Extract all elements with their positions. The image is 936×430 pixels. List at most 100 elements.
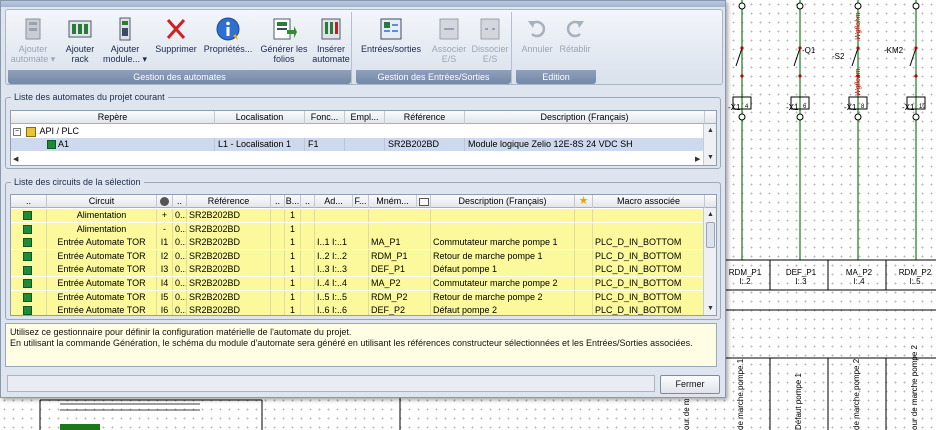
scroll-left-icon[interactable]: ◀ [13, 155, 18, 163]
col-header-f[interactable]: F... [353, 195, 369, 208]
circuit-sym: - [157, 222, 173, 236]
col-header-favorite[interactable]: ★ [575, 195, 593, 208]
generate-folios-button[interactable]: Générer les folios [258, 14, 310, 68]
circuit-macro: PLC_D_IN_BOTTOM [593, 236, 705, 250]
col-header-location[interactable]: Localisation [215, 111, 305, 124]
vertical-description: de marche pompe 2 [852, 358, 861, 430]
col-header-b[interactable]: B... [285, 195, 301, 208]
title-bar[interactable] [1, 1, 725, 7]
plc-table[interactable]: Repère Localisation Fonc... Empl... Réfé… [10, 110, 717, 166]
associate-io-button[interactable]: Associer E/S [430, 14, 468, 68]
circuit-row[interactable]: Entrée Automate TOR I2 0... SR2B202BD 1 I..2 … [11, 249, 716, 263]
plc-tag-rdm-p2: RDM_P2 I:.5 [898, 268, 932, 286]
insert-plc-button[interactable]: Insérer automate [310, 14, 352, 68]
insert-plc-icon [318, 16, 344, 42]
delete-button[interactable]: Supprimer [152, 14, 200, 68]
col-header-address[interactable]: Ad... [315, 195, 353, 208]
circuit-row[interactable]: Entrée Automate TOR I1 0... SR2B202BD 1 I..1 … [11, 236, 716, 250]
undo-button[interactable]: Annuler [518, 14, 556, 68]
plc-tree-root-row[interactable]: − API / PLC [11, 125, 716, 138]
tree-collapse-icon[interactable]: − [13, 127, 21, 136]
circuit-empty-cell [575, 249, 593, 263]
col-header-slot[interactable]: Empl... [345, 111, 385, 124]
circuit-macro: PLC_D_IN_BOTTOM [593, 249, 705, 263]
col-header-description[interactable]: Description (Français) [431, 195, 575, 208]
group-plc-management: Ajouter automate ▾ Ajouter rack Ajouter … [8, 12, 352, 84]
col-header-d[interactable]: .. [271, 195, 285, 208]
col-header-circuit[interactable]: Circuit [47, 195, 157, 208]
col-header-description[interactable]: Description (Français) [465, 111, 705, 124]
circuit-c: 0... [175, 249, 187, 263]
circuit-mnemo: MA_P2 [369, 277, 431, 290]
circuit-empty-cell [271, 290, 285, 304]
circuit-c: 0... [175, 222, 187, 236]
star-icon: ★ [578, 195, 589, 207]
add-module-button[interactable]: Ajouter module... ▾ [102, 14, 148, 68]
scroll-up-icon[interactable]: ▲ [706, 210, 715, 219]
col-header-reference[interactable]: Référence [187, 195, 271, 208]
plc-vertical-scrollbar[interactable]: ▲ ▼ [703, 124, 716, 165]
circuit-empty-cell [271, 222, 285, 236]
delete-x-icon [163, 16, 189, 42]
circuit-table[interactable]: .. Circuit .. Référence .. B... .. Ad...… [10, 194, 717, 316]
col-header-macro[interactable]: Macro associée [593, 195, 705, 208]
inputs-outputs-button[interactable]: Entrées/sorties [358, 14, 424, 68]
col-header-reference[interactable]: Référence [385, 111, 465, 124]
plc-location: L1 - Localisation 1 [215, 138, 305, 151]
circuit-macro: PLC_D_IN_BOTTOM [593, 277, 705, 290]
plc-row-a1[interactable]: A1 L1 - Localisation 1 F1 SR2B202BD Modu… [11, 138, 716, 151]
dissociate-io-button[interactable]: Dissocier E/S [470, 14, 510, 68]
circuit-b: 1 [285, 304, 301, 315]
col-header-mark[interactable]: Repère [11, 111, 215, 124]
circuit-row[interactable]: Entrée Automate TOR I3 0... SR2B202BD 1 I..3 … [11, 263, 716, 277]
circuit-b: 1 [285, 222, 301, 236]
circuit-b: 1 [285, 236, 301, 250]
circuit-macro: PLC_D_IN_BOTTOM [593, 290, 705, 304]
col-header-symbol[interactable] [157, 195, 173, 208]
plc-mark-cell: A1 [11, 138, 215, 151]
col-header-mnemonic[interactable]: Mném... [369, 195, 417, 208]
col-header-select[interactable]: .. [11, 195, 47, 208]
circuit-ad: I..2 I:..2 [315, 249, 369, 263]
circuit-empty-cell [575, 290, 593, 304]
add-rack-button[interactable]: Ajouter rack [60, 14, 100, 68]
tree-root-cell: − API / PLC [13, 125, 213, 138]
plc-description: Module logique Zelio 12E-8S 24 VDC SH [468, 139, 633, 149]
scroll-up-icon[interactable]: ▲ [706, 126, 715, 135]
circuit-row[interactable]: Alimentation +0... SR2B202BD 1 [11, 209, 716, 222]
status-bar [7, 375, 655, 392]
circuit-type-cell [11, 209, 47, 222]
circuit-module-icon [23, 279, 32, 289]
terminal-label: -X1 [786, 103, 799, 112]
col-header-io-icon[interactable] [417, 195, 431, 208]
wire-label: Wgflehm [855, 12, 862, 40]
circuit-desc: Commutateur marche pompe 2 [431, 277, 575, 290]
circuit-b: 1 [285, 249, 301, 263]
circuit-row[interactable]: Entrée Automate TOR I4 0... SR2B202BD 1 I..4 … [11, 277, 716, 290]
scroll-right-icon[interactable]: ▶ [695, 155, 700, 163]
scroll-down-icon[interactable]: ▼ [706, 153, 715, 162]
circuit-desc: Retour de marche pompe 1 [431, 249, 575, 263]
col-header-c[interactable]: .. [173, 195, 187, 208]
circuit-empty-cell [301, 209, 315, 222]
help-line-1: Utilisez ce gestionnaire pour définir la… [10, 327, 352, 337]
add-plc-button[interactable]: Ajouter automate ▾ [10, 14, 56, 68]
scroll-thumb[interactable] [706, 222, 715, 248]
col-header-function[interactable]: Fonc... [305, 111, 345, 124]
vertical-description: our de marche pompe 2 [910, 345, 919, 430]
redo-button[interactable]: Rétablir [556, 14, 594, 68]
circuit-module-icon [23, 306, 32, 315]
properties-button[interactable]: Propriétés... [202, 14, 254, 68]
circuit-module-icon [23, 292, 32, 302]
circuit-vertical-scrollbar[interactable]: ▲ ▼ [703, 208, 716, 315]
circuit-ad: I..3 I:..3 [315, 263, 369, 277]
close-button[interactable]: Fermer [660, 375, 720, 394]
circuit-c: 0... [175, 290, 187, 304]
circuit-row[interactable]: Entrée Automate TOR I6 0... SR2B202BD 1 I..6 … [11, 304, 716, 315]
circuit-empty-cell [271, 236, 285, 250]
scroll-down-icon[interactable]: ▼ [706, 304, 715, 313]
col-header-e[interactable]: .. [301, 195, 315, 208]
circuit-row[interactable]: Entrée Automate TOR I5 0... SR2B202BD 1 I..5 … [11, 290, 716, 304]
circuit-ad: I..5 I:..5 [315, 290, 369, 304]
circuit-row[interactable]: Alimentation -0... SR2B202BD 1 [11, 222, 716, 236]
